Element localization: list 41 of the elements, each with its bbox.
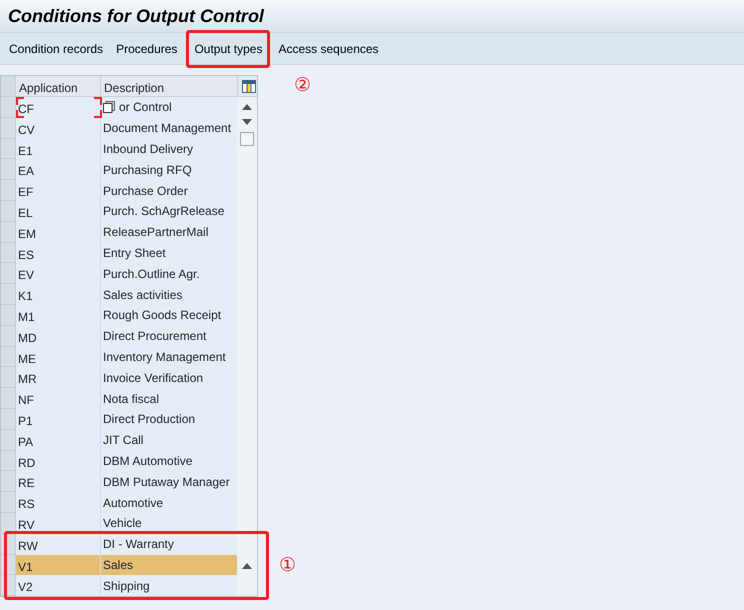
- table-cell: PA: [16, 430, 101, 451]
- copy-icon[interactable]: [103, 101, 115, 114]
- scroll-down-icon[interactable]: [242, 119, 252, 125]
- table-cell: ME: [16, 346, 101, 368]
- table-cell: EA: [16, 159, 101, 180]
- table-cell: RV: [16, 512, 101, 534]
- table-cell: RE: [16, 471, 101, 492]
- row-selector-header[interactable]: [1, 76, 16, 96]
- table-cell: CF: [16, 97, 101, 118]
- table-cell: RD: [16, 450, 101, 472]
- table-cell: Sales: [101, 554, 238, 576]
- column-settings-icon[interactable]: [242, 80, 256, 93]
- table-cell: V1: [16, 554, 101, 576]
- scroll-up-icon[interactable]: [242, 104, 252, 110]
- table-cell: EM: [16, 222, 101, 243]
- toolbar-button[interactable]: Access sequences: [272, 36, 385, 62]
- scroll-thumb[interactable]: [240, 132, 254, 146]
- table-cell: MD: [16, 326, 101, 347]
- table-cell: CV: [16, 118, 101, 139]
- toolbar-button[interactable]: Procedures: [110, 36, 184, 62]
- table-cell: NF: [16, 388, 101, 409]
- callout-number: ①: [279, 556, 296, 575]
- toolbar-button[interactable]: Output types: [186, 30, 270, 68]
- scroll-up-icon[interactable]: [242, 563, 252, 570]
- table-cell: P1: [16, 408, 101, 430]
- toolbar-button[interactable]: Condition records: [3, 36, 110, 62]
- column-header[interactable]: Application: [16, 76, 101, 96]
- table-cell: M1: [16, 304, 101, 326]
- table-cell: K1: [16, 284, 101, 305]
- column-header[interactable]: Description: [101, 76, 238, 96]
- table-cell: V2: [16, 575, 101, 596]
- table-cell-text: or Control: [119, 99, 172, 116]
- table-cell: E1: [16, 138, 101, 160]
- table-cell: RS: [16, 492, 101, 513]
- table-cell: ES: [16, 242, 101, 264]
- table-cell: EF: [16, 180, 101, 201]
- window-title: Conditions for Output Control: [8, 5, 266, 27]
- table-cell: MR: [16, 367, 101, 388]
- callout-number: ②: [294, 76, 312, 95]
- table-cell: EV: [16, 263, 101, 284]
- table-cell: EL: [16, 200, 101, 222]
